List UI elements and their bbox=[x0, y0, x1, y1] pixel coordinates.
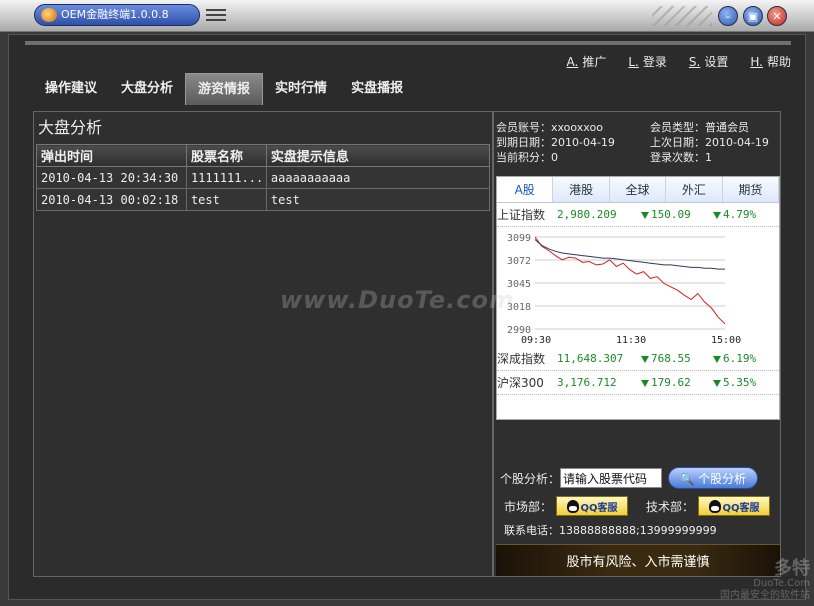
qq-service-tech-button[interactable]: QQ客服 bbox=[698, 496, 771, 516]
tab-operation-advice[interactable]: 操作建议 bbox=[33, 73, 109, 105]
quote-box: A股 港股 全球 外汇 期货 上证指数 2,980.209 150.09 4.7… bbox=[496, 176, 780, 420]
cell-stock: test bbox=[185, 188, 267, 211]
title-bar[interactable]: OEM金融终端1.0.0.8 – ▣ ✕ bbox=[0, 0, 814, 32]
x-tick-label: 15:00 bbox=[711, 335, 741, 346]
table-row[interactable]: 2010-04-13 00:02:18 test test bbox=[36, 188, 491, 211]
member-logins: 登录次数：1 bbox=[650, 151, 712, 164]
x-tick-label: 09:30 bbox=[521, 335, 551, 346]
tab-hot-money-intel[interactable]: 游资情报 bbox=[185, 73, 264, 105]
app-title-pill[interactable]: OEM金融终端1.0.0.8 bbox=[34, 4, 200, 26]
index-change: 768.55 bbox=[651, 352, 691, 365]
top-links: A. 推广 L. 登录 S. 设置 H. 帮助 bbox=[567, 53, 791, 70]
arrow-down-icon bbox=[641, 379, 649, 387]
index-value: 2,980.209 bbox=[557, 208, 617, 221]
qq-penguin-icon bbox=[566, 499, 579, 513]
qq-service-market-button[interactable]: QQ客服 bbox=[556, 496, 629, 516]
link-help[interactable]: H. 帮助 bbox=[750, 53, 791, 70]
stock-analysis-label: 个股分析： bbox=[500, 471, 561, 486]
stock-tools: 个股分析： 🔍 个股分析 市场部： QQ客服 技术部： QQ客服 联系电话：13… bbox=[496, 464, 780, 538]
contact-phone: 联系电话：13888888888;13999999999 bbox=[504, 524, 717, 537]
tab-forex[interactable]: 外汇 bbox=[666, 177, 723, 202]
main-tabs: 操作建议 大盘分析 游资情报 实时行情 实盘播报 bbox=[33, 73, 415, 105]
arrow-down-icon bbox=[713, 211, 721, 219]
arrow-down-icon bbox=[641, 355, 649, 363]
alert-table: 弹出时间 股票名称 实盘提示信息 2010-04-13 20:34:30 111… bbox=[36, 144, 491, 211]
index-value: 3,176.712 bbox=[557, 376, 617, 389]
stock-analysis-button[interactable]: 🔍 个股分析 bbox=[668, 467, 759, 489]
panel-title: 大盘分析 bbox=[38, 118, 103, 137]
lock-icon[interactable]: ▣ bbox=[743, 6, 763, 26]
qq-penguin-icon bbox=[708, 499, 721, 513]
table-row[interactable]: 2010-04-13 20:34:30 1111111... aaaaaaaaa… bbox=[36, 166, 491, 189]
tab-a-shares[interactable]: A股 bbox=[497, 177, 554, 202]
tab-market-analysis[interactable]: 大盘分析 bbox=[109, 73, 185, 105]
index-pct: 5.35% bbox=[723, 376, 757, 389]
member-type: 会员类型：普通会员 bbox=[650, 121, 749, 134]
index-pct: 6.19% bbox=[723, 352, 757, 365]
info-panel: 会员账号：xxooxxoo 会员类型：普通会员 到期日期：2010-04-19 上次… bbox=[493, 111, 781, 577]
cell-stock: 1111111... bbox=[185, 166, 267, 189]
intraday-chart[interactable]: 3099 3072 3045 3018 2990 09:30 11:30 15:00 bbox=[497, 227, 779, 347]
y-tick-label: 3045 bbox=[507, 279, 531, 290]
link-promote[interactable]: A. 推广 bbox=[567, 53, 607, 70]
member-account: 会员账号：xxooxxoo bbox=[496, 121, 603, 134]
tab-futures[interactable]: 期货 bbox=[723, 177, 780, 202]
market-dept-label: 市场部： bbox=[504, 499, 553, 514]
index-change: 150.09 bbox=[651, 208, 691, 221]
risk-banner: 股市有风险、入市需谨慎 bbox=[496, 544, 780, 576]
close-button[interactable]: ✕ bbox=[767, 6, 787, 26]
index-name: 沪深300 bbox=[497, 376, 544, 390]
chart-svg: 3099307230453018299009:30 11:30 15:00 bbox=[507, 233, 741, 346]
member-info: 会员账号：xxooxxoo 会员类型：普通会员 到期日期：2010-04-19 上次… bbox=[496, 120, 780, 165]
x-tick-label: 11:30 bbox=[616, 335, 646, 346]
index-row-hs300[interactable]: 沪深300 3,176.712 179.62 5.35% bbox=[497, 371, 779, 395]
cell-time: 2010-04-13 00:02:18 bbox=[36, 188, 187, 211]
main-frame: A. 推广 L. 登录 S. 设置 H. 帮助 操作建议 大盘分析 游资情报 实时行情 … bbox=[8, 34, 806, 600]
index-value: 11,648.307 bbox=[557, 352, 624, 365]
decorative-stripes bbox=[652, 6, 712, 26]
divider bbox=[25, 41, 791, 45]
app-title: OEM金融终端1.0.0.8 bbox=[61, 8, 169, 21]
link-settings[interactable]: S. 设置 bbox=[689, 53, 728, 70]
member-points: 当前积分：0 bbox=[496, 151, 558, 164]
column-header-stock[interactable]: 股票名称 bbox=[185, 144, 267, 167]
index-row-shanghai[interactable]: 上证指数 2,980.209 150.09 4.79% bbox=[497, 203, 779, 227]
tab-realtime-quotes[interactable]: 实时行情 bbox=[263, 73, 339, 105]
member-expire: 到期日期：2010-04-19 bbox=[496, 136, 615, 149]
cell-info: aaaaaaaaaaa bbox=[265, 166, 491, 189]
index-name: 深成指数 bbox=[497, 352, 546, 366]
minimize-button[interactable]: – bbox=[718, 6, 738, 26]
arrow-down-icon bbox=[641, 211, 649, 219]
y-tick-label: 3099 bbox=[507, 233, 531, 244]
menu-icon[interactable] bbox=[206, 9, 226, 23]
tab-live-broadcast[interactable]: 实盘播报 bbox=[339, 73, 415, 105]
index-row-shenzhen[interactable]: 深成指数 11,648.307 768.55 6.19% bbox=[497, 347, 779, 371]
column-header-info[interactable]: 实盘提示信息 bbox=[265, 144, 491, 167]
cell-time: 2010-04-13 20:34:30 bbox=[36, 166, 187, 189]
tab-hk-shares[interactable]: 港股 bbox=[553, 177, 610, 202]
market-tabs: A股 港股 全球 外汇 期货 bbox=[497, 177, 780, 203]
cell-info: test bbox=[265, 188, 491, 211]
risk-banner-text: 股市有风险、入市需谨慎 bbox=[566, 555, 710, 570]
y-tick-label: 3072 bbox=[507, 256, 531, 267]
arrow-down-icon bbox=[713, 379, 721, 387]
member-last-date: 上次日期：2010-04-19 bbox=[650, 136, 769, 149]
alert-panel: 大盘分析 弹出时间 股票名称 实盘提示信息 2010-04-13 20:34:3… bbox=[33, 111, 493, 577]
index-pct: 4.79% bbox=[723, 208, 757, 221]
stock-code-input[interactable] bbox=[560, 468, 663, 488]
app-logo-icon bbox=[41, 8, 57, 22]
arrow-down-icon bbox=[713, 355, 721, 363]
index-change: 179.62 bbox=[651, 376, 691, 389]
link-login[interactable]: L. 登录 bbox=[628, 53, 667, 70]
tech-dept-label: 技术部： bbox=[646, 499, 695, 514]
tab-global[interactable]: 全球 bbox=[610, 177, 667, 202]
index-name: 上证指数 bbox=[497, 208, 546, 222]
column-header-time[interactable]: 弹出时间 bbox=[36, 144, 187, 167]
series-line-0 bbox=[534, 236, 726, 325]
series-line-1 bbox=[534, 239, 725, 270]
y-tick-label: 3018 bbox=[507, 302, 531, 313]
